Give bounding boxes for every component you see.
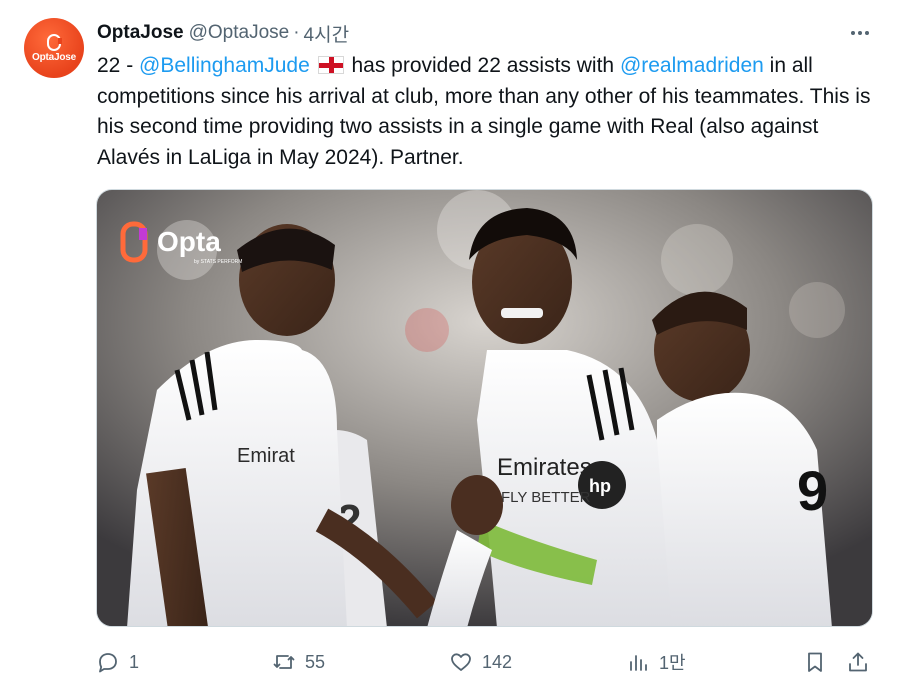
- mention-realmadrid[interactable]: @realmadriden: [620, 54, 764, 77]
- center-jersey-sponsor-line2: FLY BETTER: [501, 489, 591, 506]
- opta-watermark-text: Opta: [157, 226, 221, 257]
- left-jersey-sponsor: Emirat: [237, 445, 295, 467]
- retweet-button[interactable]: 55: [272, 645, 325, 679]
- like-count: 142: [482, 651, 513, 672]
- retweet-count: 55: [305, 651, 326, 672]
- tweet-text-middle: has provided 22 assists with: [345, 54, 620, 77]
- england-flag-icon: [317, 56, 344, 74]
- tweet-photo[interactable]: 2 Emirat 9 hp Emirates FLY BETTER Opta b…: [96, 189, 873, 627]
- reply-icon: [99, 653, 117, 673]
- views-count: 1만: [659, 653, 686, 673]
- reply-button[interactable]: 1: [96, 645, 139, 679]
- retweet-icon: [273, 655, 295, 669]
- bookmark-icon: [808, 652, 822, 672]
- views-icon: [630, 655, 647, 671]
- more-dot-icon: [865, 31, 869, 35]
- more-dot-icon: [851, 31, 855, 35]
- tweet-actions: 1 55 142 1만: [96, 645, 881, 679]
- avatar[interactable]: OptaJose: [24, 18, 84, 78]
- jersey-number: 9: [797, 459, 828, 522]
- reply-count: 1: [129, 651, 140, 672]
- author-handle[interactable]: @OptaJose: [189, 22, 290, 44]
- tweet-header: OptaJose @OptaJose · 4시간: [97, 20, 350, 47]
- hp-sponsor-logo: hp: [589, 476, 611, 496]
- tweet-time[interactable]: 4시간: [304, 20, 350, 47]
- tweet: OptaJose OptaJose @OptaJose · 4시간 22 - @…: [0, 0, 899, 694]
- share-icon: [849, 652, 867, 672]
- opta-logo-icon: [47, 33, 62, 51]
- author-name[interactable]: OptaJose: [97, 22, 184, 44]
- share-button[interactable]: [846, 645, 870, 679]
- center-jersey-sponsor: Emirates: [497, 454, 592, 481]
- photo-illustration: 2 Emirat 9 hp Emirates FLY BETTER Opta b…: [97, 190, 872, 626]
- tweet-text: 22 - @BellinghamJude has provided 22 ass…: [97, 51, 882, 173]
- more-dot-icon: [858, 31, 862, 35]
- bookmark-button[interactable]: [803, 645, 827, 679]
- opta-watermark-subtext: by STATS PERFORM: [194, 259, 242, 265]
- header-separator: ·: [293, 22, 300, 43]
- mention-bellingham[interactable]: @BellinghamJude: [139, 54, 310, 77]
- tweet-text-prefix: 22 -: [97, 54, 140, 77]
- views-button[interactable]: 1만: [626, 645, 686, 679]
- avatar-logo-text: OptaJose: [32, 51, 76, 63]
- more-options-button[interactable]: [843, 18, 877, 48]
- heart-icon: [451, 653, 471, 671]
- like-button[interactable]: 142: [449, 645, 512, 679]
